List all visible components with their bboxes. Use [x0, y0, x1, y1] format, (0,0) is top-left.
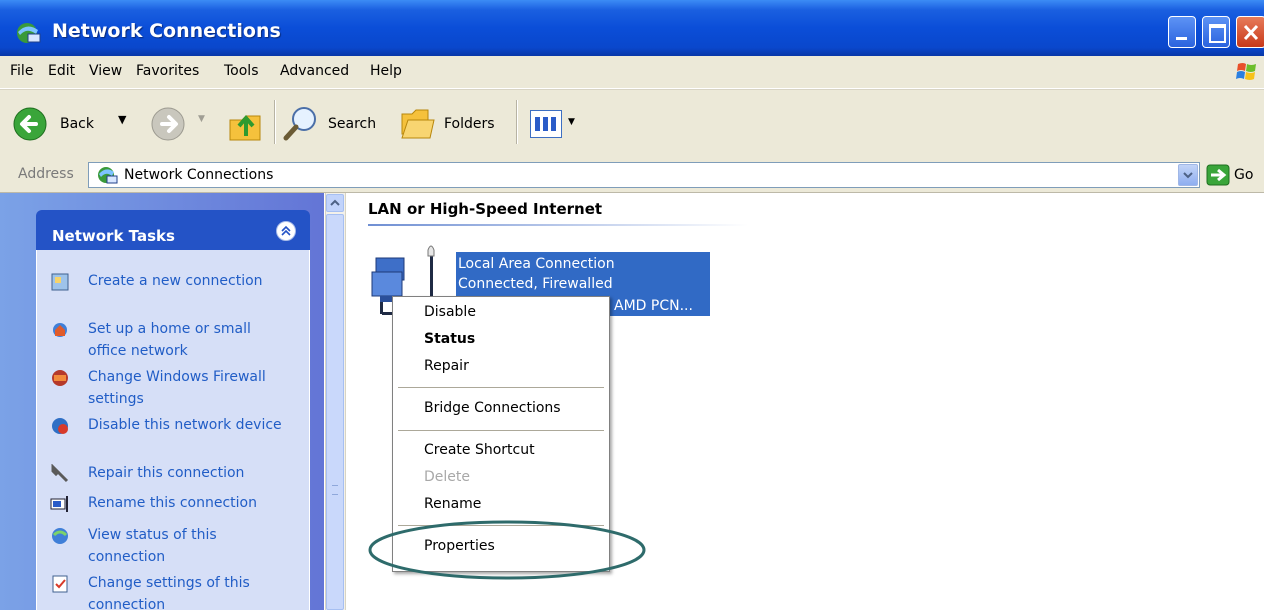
group-header: LAN or High-Speed Internet: [368, 200, 603, 218]
task-label[interactable]: Repair this connection: [88, 462, 288, 484]
firewall-icon: [52, 370, 68, 386]
menu-item-rename[interactable]: Rename: [424, 496, 481, 512]
connection-status[interactable]: Connected, Firewalled: [458, 276, 613, 292]
up-folder-icon[interactable]: [226, 104, 266, 144]
network-connections-icon: [98, 167, 118, 184]
home-network-icon: [53, 323, 67, 337]
chevron-up-icon: [281, 225, 291, 236]
scroll-up-button[interactable]: [326, 194, 344, 212]
task-label[interactable]: Disable this network device: [88, 414, 288, 436]
menu-item-delete: Delete: [424, 469, 470, 485]
back-arrow-icon[interactable]: [12, 106, 48, 142]
menu-item-create-shortcut[interactable]: Create Shortcut: [424, 442, 535, 458]
minimize-button[interactable]: [1168, 16, 1196, 48]
back-dropdown-icon[interactable]: ▼: [118, 113, 126, 126]
menu-view[interactable]: View: [89, 63, 122, 79]
status-icon: [52, 528, 68, 544]
menu-item-bridge-connections[interactable]: Bridge Connections: [424, 400, 561, 416]
menu-item-status[interactable]: Status: [424, 331, 475, 347]
back-button[interactable]: Back: [60, 116, 94, 132]
highlight-annotation: [368, 520, 646, 580]
menu-edit[interactable]: Edit: [48, 63, 75, 79]
task-label[interactable]: Change Windows Firewall settings: [88, 366, 288, 410]
scroll-thumb[interactable]: [326, 214, 344, 610]
connection-device[interactable]: AMD PCN...: [614, 298, 693, 314]
go-arrow-icon[interactable]: [1206, 164, 1230, 186]
folders-button[interactable]: Folders: [444, 116, 495, 132]
task-label[interactable]: View status of this connection: [88, 524, 288, 568]
menu-item-disable[interactable]: Disable: [424, 304, 476, 320]
chevron-down-icon: [1183, 172, 1193, 179]
address-label: Address: [18, 166, 74, 182]
windows-logo-icon: [1234, 60, 1260, 84]
task-label[interactable]: Change settings of this connection: [88, 572, 288, 616]
settings-icon: [52, 575, 68, 593]
window-title: Network Connections: [52, 20, 281, 42]
network-tasks-title: Network Tasks: [52, 227, 175, 245]
forward-dropdown-icon[interactable]: ▼: [198, 114, 205, 124]
menu-separator: [398, 430, 604, 431]
task-label[interactable]: Create a new connection: [88, 270, 288, 292]
search-button[interactable]: Search: [328, 116, 376, 132]
menu-file[interactable]: File: [10, 63, 33, 79]
search-icon[interactable]: [282, 104, 320, 142]
maximize-button[interactable]: [1202, 16, 1230, 48]
repair-icon: [51, 464, 69, 483]
views-icon[interactable]: [530, 110, 562, 138]
chevron-up-icon: [330, 199, 340, 206]
rename-icon: [50, 496, 68, 512]
close-icon: [1243, 24, 1259, 41]
address-dropdown-button[interactable]: [1178, 164, 1198, 186]
address-value: Network Connections: [124, 167, 274, 183]
connection-name[interactable]: Local Area Connection: [458, 256, 615, 272]
forward-arrow-icon[interactable]: [150, 106, 186, 142]
task-label[interactable]: Rename this connection: [88, 492, 288, 514]
menu-separator: [398, 387, 604, 388]
close-button[interactable]: [1236, 16, 1264, 48]
menu-item-repair[interactable]: Repair: [424, 358, 469, 374]
menu-help[interactable]: Help: [370, 63, 402, 79]
new-connection-icon: [51, 273, 69, 291]
folders-icon[interactable]: [398, 104, 438, 142]
menu-tools[interactable]: Tools: [224, 63, 259, 79]
network-connections-icon: [17, 23, 41, 43]
disable-device-icon: [52, 418, 68, 434]
go-button[interactable]: Go: [1234, 167, 1253, 183]
menu-favorites[interactable]: Favorites: [136, 63, 199, 79]
views-dropdown-icon[interactable]: ▼: [568, 117, 575, 127]
task-label[interactable]: Set up a home or small office network: [88, 318, 288, 362]
collapse-button[interactable]: [276, 221, 296, 241]
toolbar: [0, 89, 1264, 161]
menu-advanced[interactable]: Advanced: [280, 63, 349, 79]
